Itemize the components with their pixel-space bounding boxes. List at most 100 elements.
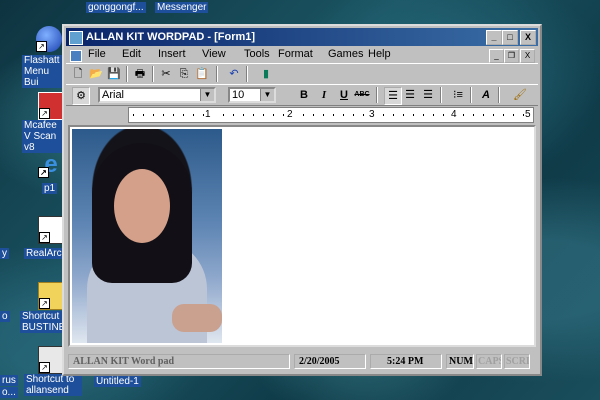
ruler-number: 3	[369, 109, 375, 120]
taskbar-button-untitled[interactable]: Untitled-1	[94, 376, 141, 387]
undo-icon[interactable]: ↶	[226, 66, 242, 82]
copy-icon[interactable]: ⎘	[176, 66, 192, 82]
embedded-photo[interactable]	[72, 129, 222, 343]
menu-bar: File Edit Insert View Tools Format Games…	[66, 47, 538, 63]
toolbar-separator	[246, 66, 248, 82]
ruler-tick	[223, 114, 224, 116]
toolbar-separator	[470, 87, 472, 103]
ruler-tick	[343, 114, 344, 116]
ruler-tick	[253, 114, 254, 116]
document-area[interactable]	[68, 125, 536, 347]
ruler-tick	[173, 114, 174, 116]
font-value: Arial	[102, 89, 125, 101]
menu-format[interactable]: Format	[278, 48, 313, 60]
toolbar-separator	[152, 66, 154, 82]
ruler-number: 4	[451, 109, 457, 120]
menu-games[interactable]: Games	[328, 48, 363, 60]
desktop-label-p1[interactable]: p1	[42, 183, 58, 194]
desktop-label-flash[interactable]: Flashatt Menu Bui	[22, 55, 66, 88]
status-time: 5:24 PM	[370, 354, 442, 369]
paste-icon[interactable]: 📋	[194, 66, 210, 82]
desktop-label-allansend[interactable]: Shortcut to allansend	[24, 374, 82, 396]
ruler-tick	[283, 114, 284, 116]
underline-button[interactable]: U	[336, 87, 352, 103]
ruler-tick	[323, 114, 324, 116]
font-select[interactable]: Arial ▼	[98, 87, 216, 103]
bullets-icon[interactable]: ⁝≡	[450, 87, 466, 103]
ruler-tick	[433, 114, 434, 116]
title-bar[interactable]: ALLAN KIT WORDPAD - [Form1] _ □ X	[66, 28, 538, 46]
ruler-tick	[203, 114, 204, 116]
minimize-button[interactable]: _	[486, 30, 502, 45]
ruler-tick	[183, 114, 184, 116]
ie-icon[interactable]: e ↗	[38, 152, 64, 178]
photo-face	[114, 169, 170, 243]
maximize-button[interactable]: □	[502, 30, 518, 45]
ruler-tick	[243, 114, 244, 116]
menu-file[interactable]: File	[88, 48, 106, 60]
align-center-icon[interactable]: ☰	[402, 87, 418, 103]
save-icon[interactable]: 💾	[106, 66, 122, 82]
font-style-icon[interactable]: A	[478, 87, 494, 103]
desktop-label-gonggong[interactable]: gonggongf...	[86, 2, 146, 13]
wordpad-window: ALLAN KIT WORDPAD - [Form1] _ □ X File E…	[62, 24, 542, 376]
size-select[interactable]: 10 ▼	[228, 87, 276, 103]
ruler-tick	[233, 114, 234, 116]
close-button[interactable]: X	[520, 30, 536, 45]
menu-insert[interactable]: Insert	[158, 48, 186, 60]
app-icon[interactable]	[69, 31, 83, 45]
align-left-icon[interactable]: ☰	[384, 87, 402, 105]
standard-toolbar: 🗋 📂 💾 🖶 ✂ ⎘ 📋 ↶ ▮	[66, 63, 538, 85]
ruler-tick	[163, 114, 164, 116]
size-value: 10	[232, 89, 245, 101]
print-icon[interactable]: 🖶	[132, 66, 148, 82]
ruler-tick	[403, 114, 404, 116]
desktop-edge-label: o	[0, 311, 10, 322]
ruler-tick	[493, 114, 494, 116]
ruler-tick	[483, 114, 484, 116]
window-title: ALLAN KIT WORDPAD - [Form1]	[86, 31, 256, 43]
ruler-tick	[333, 114, 334, 116]
toolbar-separator	[498, 87, 500, 103]
menu-help[interactable]: Help	[368, 48, 391, 60]
mdi-close-button[interactable]: X	[520, 49, 535, 63]
book-icon[interactable]: ▮	[258, 66, 274, 82]
desktop-label-messenger[interactable]: Messenger	[155, 2, 209, 13]
mdi-restore-button[interactable]: ❐	[504, 49, 519, 63]
toolbar-separator	[216, 66, 218, 82]
ruler-tick	[443, 114, 444, 116]
ruler-number: 5	[525, 109, 531, 120]
strike-button[interactable]: ABC	[354, 87, 370, 103]
ruler-tick	[503, 114, 504, 116]
bold-button[interactable]: B	[296, 87, 312, 103]
ruler-tick	[363, 114, 364, 116]
desktop-label-mcafee[interactable]: Mcafee V Scan v8	[22, 120, 66, 153]
chevron-down-icon[interactable]: ▼	[200, 89, 214, 101]
italic-button[interactable]: I	[316, 87, 332, 103]
ruler-tick	[133, 114, 134, 116]
new-doc-icon[interactable]: 🗋	[70, 66, 86, 82]
brush-icon[interactable]: 🖌	[512, 87, 528, 103]
ruler-tick	[423, 114, 424, 116]
ruler-tick	[523, 114, 524, 116]
ruler-tick	[263, 114, 264, 116]
cut-icon[interactable]: ✂	[158, 66, 174, 82]
menu-edit[interactable]: Edit	[122, 48, 141, 60]
status-scroll: SCRL	[504, 354, 530, 369]
ruler[interactable]: 1 2 3 4 5	[128, 107, 534, 123]
open-folder-icon[interactable]: 📂	[88, 66, 104, 82]
align-right-icon[interactable]: ☰	[420, 87, 436, 103]
desktop-label-bustiner[interactable]: Shortcut ( BUSTINER	[20, 311, 68, 333]
desktop-edge-label: y	[0, 248, 9, 259]
style-icon[interactable]: ⚙	[72, 87, 90, 105]
menu-view[interactable]: View	[202, 48, 226, 60]
flash-icon[interactable]: ↗	[36, 26, 62, 52]
ruler-tick	[353, 114, 354, 116]
menu-tools[interactable]: Tools	[244, 48, 270, 60]
mdi-minimize-button[interactable]: _	[489, 49, 504, 63]
doc-icon[interactable]	[70, 50, 82, 62]
chevron-down-icon[interactable]: ▼	[260, 89, 274, 101]
desktop-edge-label: rus	[0, 375, 18, 386]
photo-hand	[172, 304, 222, 332]
ruler-tick	[193, 114, 194, 116]
